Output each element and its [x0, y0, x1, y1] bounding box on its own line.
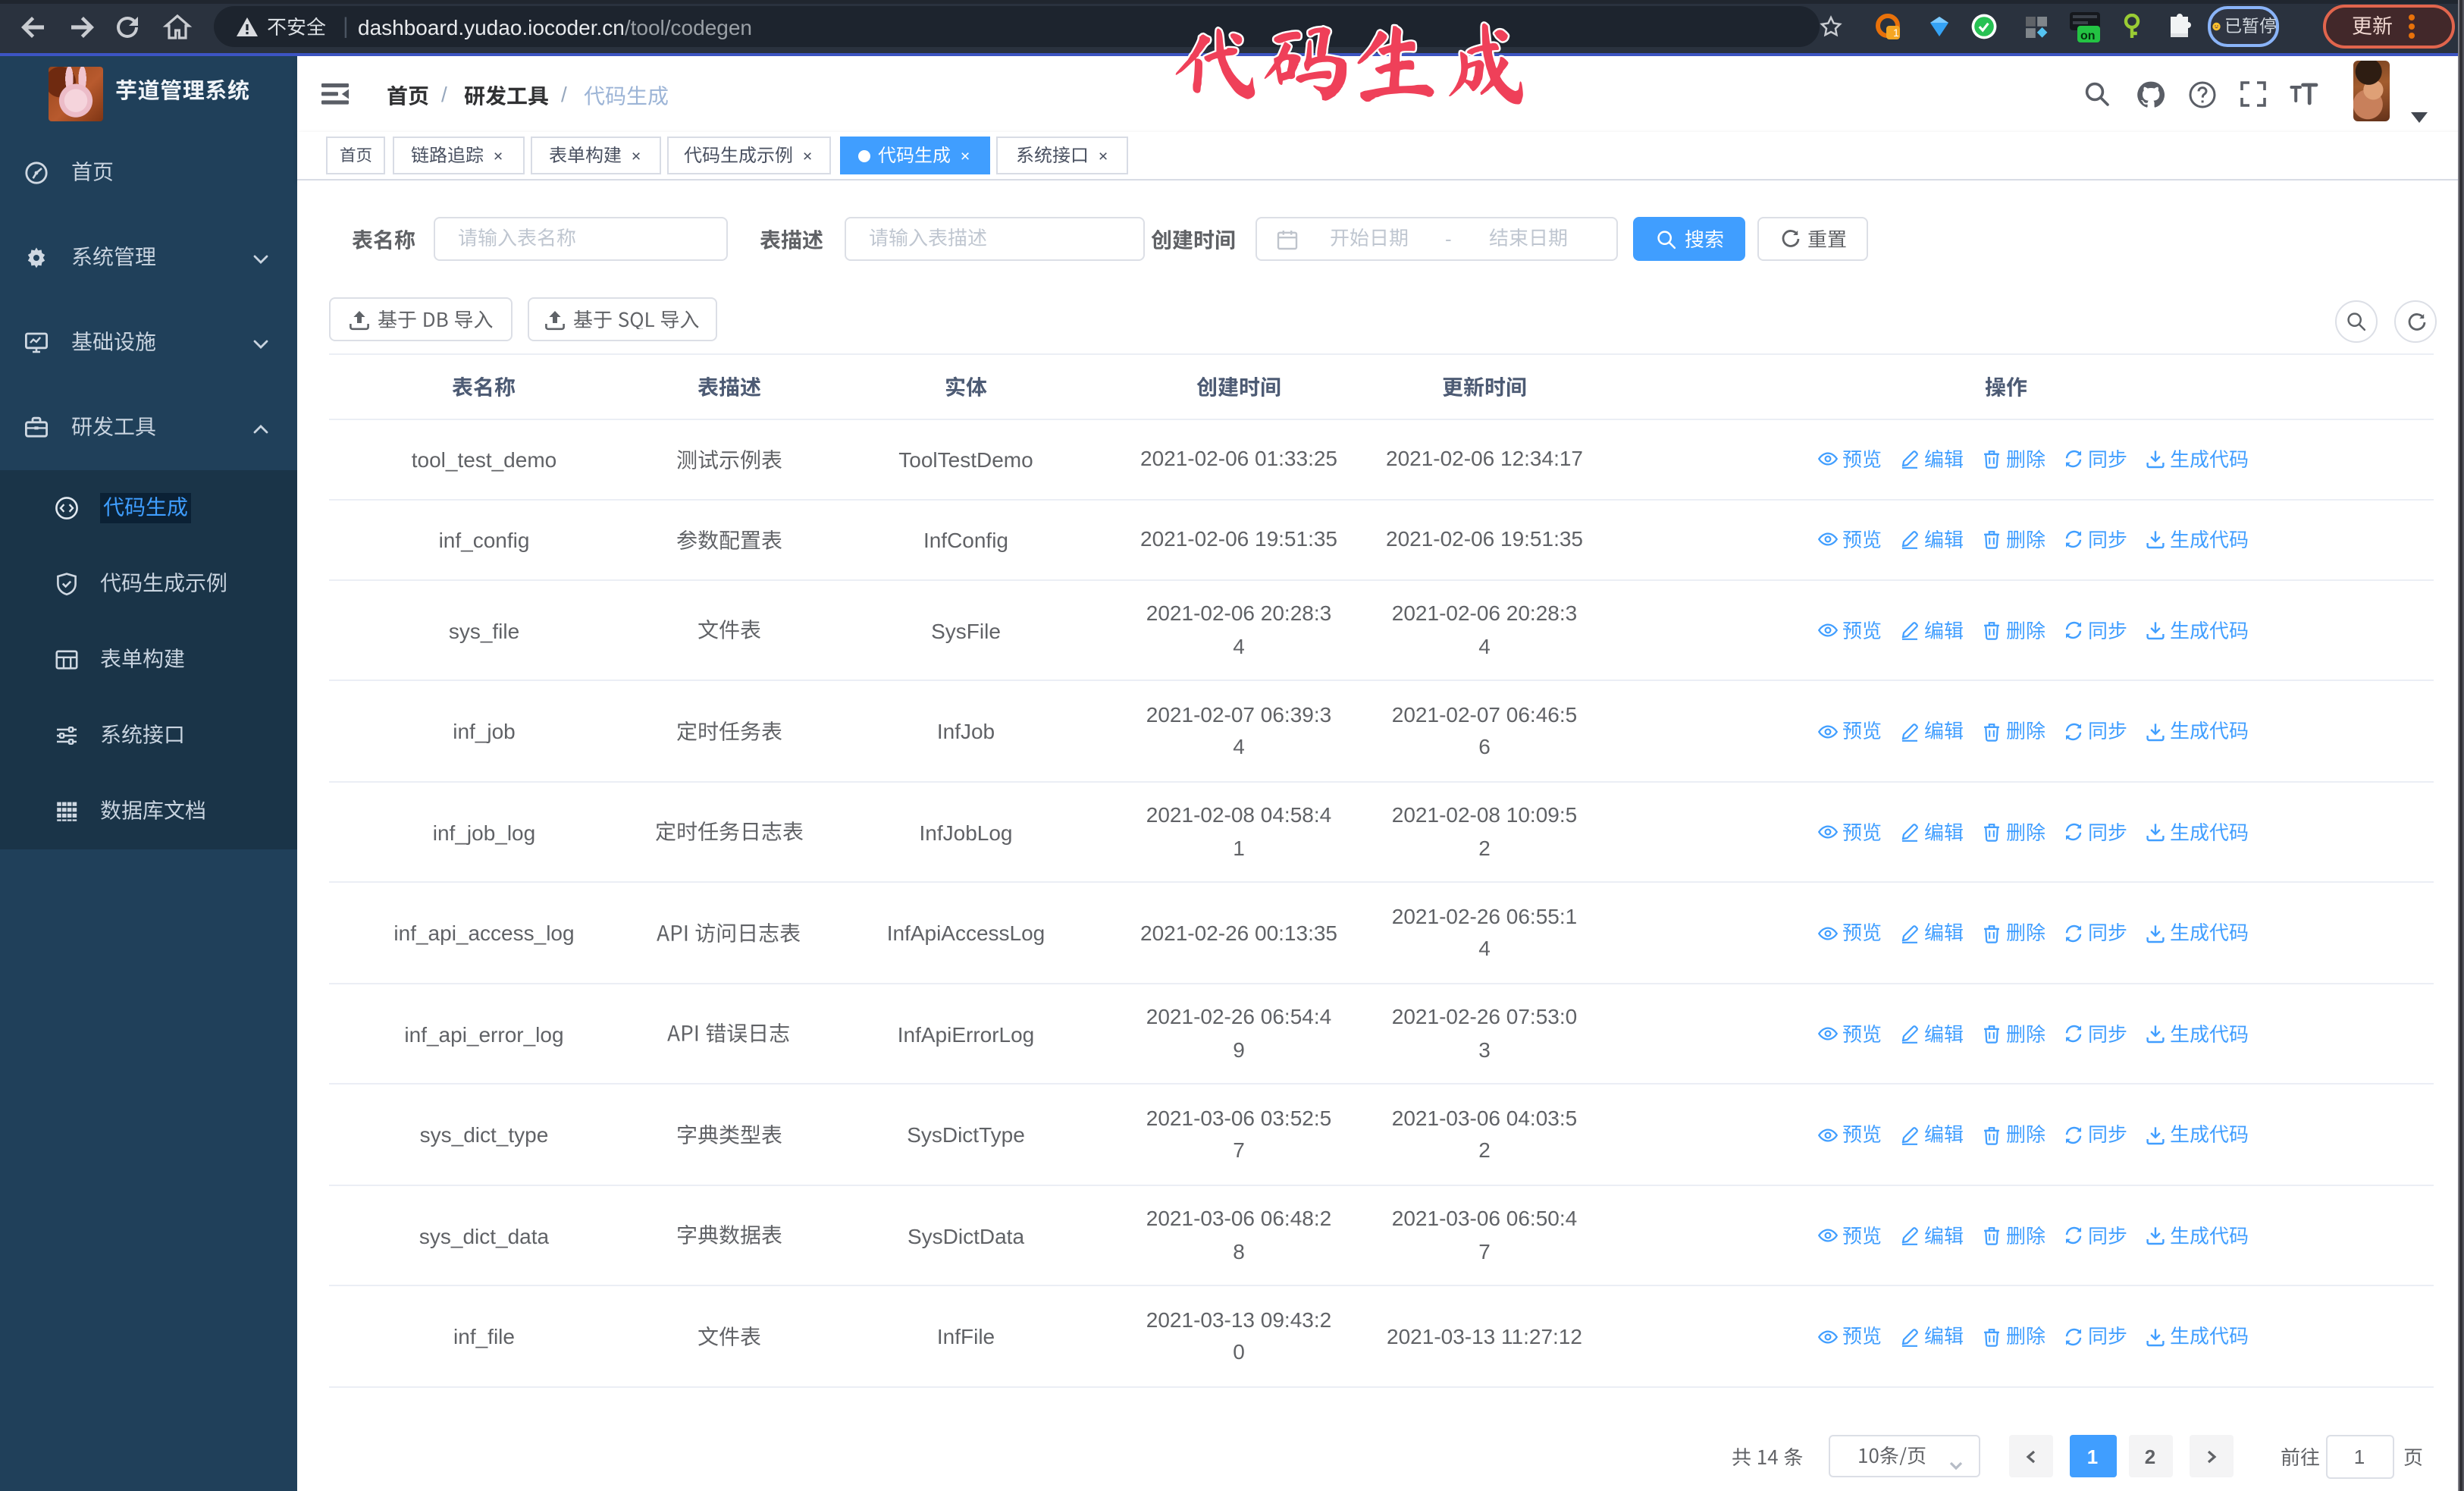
- svg-text:1: 1: [1893, 27, 1899, 39]
- svg-text:on: on: [2080, 29, 2096, 42]
